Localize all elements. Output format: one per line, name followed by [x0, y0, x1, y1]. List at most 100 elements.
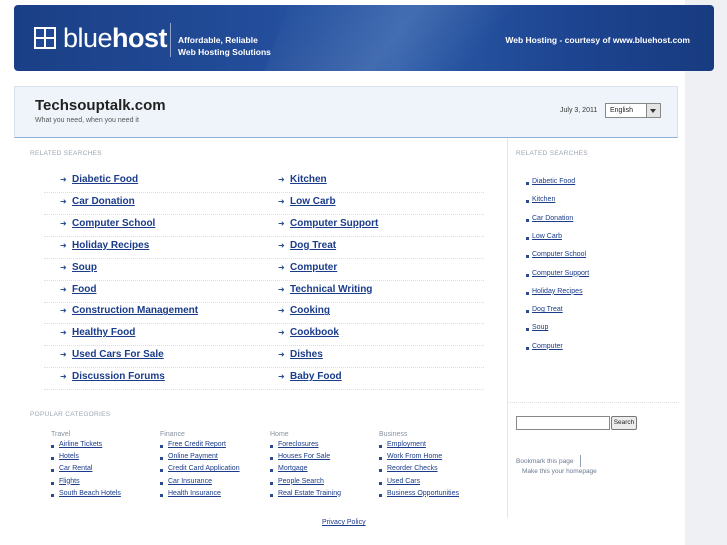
arrow-right-icon: ➜	[278, 196, 285, 206]
related-search-link[interactable]: Car Donation	[72, 196, 135, 207]
bullet-icon	[526, 291, 529, 295]
bullet-icon	[526, 273, 529, 277]
related-search-link[interactable]: Healthy Food	[72, 327, 135, 338]
bullet-icon	[379, 481, 382, 485]
search-button[interactable]: Search	[611, 416, 637, 430]
category-link[interactable]: Foreclosures	[278, 441, 318, 448]
date-label: July 3, 2011	[560, 107, 598, 114]
category-item[interactable]: Mortgage	[270, 465, 380, 477]
category-link[interactable]: Employment	[387, 441, 426, 448]
category-link[interactable]: Car Rental	[59, 465, 92, 472]
related-row: ➜ Soup ➜ Computer	[44, 259, 484, 281]
category-item[interactable]: Foreclosures	[270, 441, 380, 453]
related-search-link[interactable]: Used Cars For Sale	[72, 349, 164, 360]
category-link[interactable]: Flights	[59, 478, 80, 485]
sidebar-link[interactable]: Kitchen	[532, 196, 555, 203]
category-link[interactable]: Used Cars	[387, 478, 420, 485]
category-column: Finance Free Credit Report Online Payment C…	[160, 431, 270, 502]
category-link[interactable]: South Beach Hotels	[59, 490, 121, 497]
sidebar-link[interactable]: Computer Support	[532, 270, 589, 277]
related-search-link[interactable]: Discussion Forums	[72, 371, 165, 382]
banner-courtesy: Web Hosting - courtesy of www.bluehost.c…	[505, 35, 690, 45]
related-search-link[interactable]: Dishes	[290, 349, 323, 360]
bluehost-banner[interactable]: bluehost Affordable, Reliable Web Hostin…	[14, 5, 714, 71]
category-item[interactable]: Airline Tickets	[51, 441, 161, 453]
category-item[interactable]: Houses For Sale	[270, 453, 380, 465]
related-search-link[interactable]: Construction Management	[72, 305, 198, 316]
bullet-icon	[51, 457, 54, 461]
category-item[interactable]: Flights	[51, 478, 161, 490]
sidebar-link[interactable]: Soup	[532, 324, 548, 331]
related-row: ➜ Construction Management ➜ Cooking	[44, 302, 484, 325]
sidebar-link[interactable]: Computer School	[532, 251, 586, 258]
related-search-link[interactable]: Baby Food	[290, 371, 342, 382]
sidebar-link[interactable]: Low Carb	[532, 233, 562, 240]
related-search-link[interactable]: Food	[72, 284, 96, 295]
category-item[interactable]: Work From Home	[379, 453, 489, 465]
bullet-icon	[526, 218, 529, 222]
category-link[interactable]: Work From Home	[387, 453, 442, 460]
category-link[interactable]: Reorder Checks	[387, 465, 438, 472]
category-link[interactable]: Mortgage	[278, 465, 308, 472]
sidebar-link[interactable]: Diabetic Food	[532, 178, 575, 185]
related-search-link[interactable]: Holiday Recipes	[72, 240, 149, 251]
category-item[interactable]: Business Opportunities	[379, 490, 489, 502]
category-link[interactable]: Online Payment	[168, 453, 218, 460]
category-link[interactable]: Business Opportunities	[387, 490, 459, 497]
category-item[interactable]: Real Estate Training	[270, 490, 380, 502]
category-item[interactable]: Used Cars	[379, 478, 489, 490]
category-link[interactable]: Free Credit Report	[168, 441, 226, 448]
site-header: Techsouptalk.com What you need, when you…	[14, 86, 678, 138]
search-input[interactable]	[516, 416, 610, 430]
category-title: Home	[270, 431, 289, 438]
language-value: English	[610, 107, 633, 114]
category-item[interactable]: Car Insurance	[160, 478, 270, 490]
related-search-link[interactable]: Kitchen	[290, 174, 327, 185]
category-link[interactable]: Airline Tickets	[59, 441, 102, 448]
sidebar-link[interactable]: Computer	[532, 343, 563, 350]
category-item[interactable]: Reorder Checks	[379, 465, 489, 477]
homepage-link[interactable]: Make this your homepage	[522, 468, 597, 475]
chevron-down-icon[interactable]	[646, 104, 660, 117]
related-search-link[interactable]: Computer Support	[290, 218, 378, 229]
category-item[interactable]: Online Payment	[160, 453, 270, 465]
related-search-link[interactable]: Technical Writing	[290, 284, 372, 295]
page: bluehost Affordable, Reliable Web Hostin…	[0, 0, 727, 545]
related-search-link[interactable]: Cookbook	[290, 327, 339, 338]
category-item[interactable]: People Search	[270, 478, 380, 490]
related-search-link[interactable]: Low Carb	[290, 196, 336, 207]
category-item[interactable]: Car Rental	[51, 465, 161, 477]
category-link[interactable]: Hotels	[59, 453, 79, 460]
category-link[interactable]: People Search	[278, 478, 324, 485]
related-search-link[interactable]: Soup	[72, 262, 97, 273]
category-link[interactable]: Car Insurance	[168, 478, 212, 485]
category-item[interactable]: Employment	[379, 441, 489, 453]
category-item[interactable]: Credit Card Application	[160, 465, 270, 477]
arrow-right-icon: ➜	[60, 175, 67, 184]
related-search-link[interactable]: Dog Treat	[290, 240, 336, 251]
privacy-policy-link[interactable]: Privacy Policy	[322, 519, 366, 526]
sidebar-link[interactable]: Holiday Recipes	[532, 288, 583, 295]
category-link[interactable]: Houses For Sale	[278, 453, 330, 460]
banner-tagline: Affordable, Reliable Web Hosting Solutio…	[178, 35, 271, 57]
category-item[interactable]: South Beach Hotels	[51, 490, 161, 502]
related-search-link[interactable]: Diabetic Food	[72, 174, 138, 185]
category-item[interactable]: Health Insurance	[160, 490, 270, 502]
category-link[interactable]: Health Insurance	[168, 490, 221, 497]
related-search-link[interactable]: Computer	[290, 262, 337, 273]
category-link[interactable]: Credit Card Application	[168, 465, 240, 472]
sidebar-link[interactable]: Dog Treat	[532, 306, 563, 313]
category-link[interactable]: Real Estate Training	[278, 490, 341, 497]
language-select[interactable]: English	[605, 103, 661, 118]
sidebar-link[interactable]: Car Donation	[532, 215, 573, 222]
bullet-icon	[526, 328, 529, 332]
bullet-icon	[526, 182, 529, 185]
bookmark-link[interactable]: Bookmark this page	[516, 458, 573, 465]
related-search-link[interactable]: Cooking	[290, 305, 330, 316]
main-content: RELATED SEARCHES ➜ Diabetic Food ➜ Kitchen ➜…	[14, 138, 508, 518]
related-search-link[interactable]: Computer School	[72, 218, 155, 229]
category-item[interactable]: Free Credit Report	[160, 441, 270, 453]
category-item[interactable]: Hotels	[51, 453, 161, 465]
bluehost-logo[interactable]: bluehost	[34, 24, 168, 52]
arrow-right-icon: ➜	[60, 306, 67, 316]
